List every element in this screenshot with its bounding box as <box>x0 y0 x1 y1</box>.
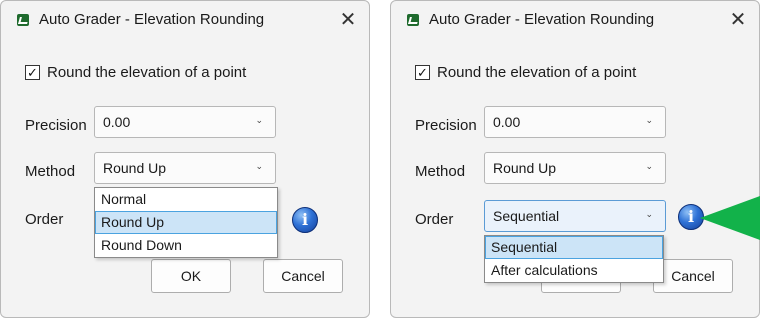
chevron-down-icon: ⌄ <box>645 161 653 171</box>
app-icon <box>17 14 29 26</box>
close-icon[interactable]: ✕ <box>723 6 753 34</box>
info-icon[interactable]: i <box>292 207 318 233</box>
ok-button[interactable]: OK <box>151 259 231 293</box>
precision-value: 0.00 <box>493 114 521 130</box>
order-option-sequential[interactable]: Sequential <box>485 236 663 259</box>
cancel-button[interactable]: Cancel <box>263 259 343 293</box>
method-option-round-down[interactable]: Round Down <box>95 234 277 257</box>
order-select[interactable]: Sequential ⌄ <box>484 200 666 232</box>
precision-value: 0.00 <box>103 114 131 130</box>
order-label: Order <box>25 211 64 228</box>
chevron-down-icon: ⌄ <box>255 161 263 171</box>
precision-label: Precision <box>25 117 87 134</box>
cancel-button[interactable]: Cancel <box>653 259 733 293</box>
chevron-down-icon: ⌄ <box>255 115 263 125</box>
chevron-down-icon: ⌄ <box>645 209 653 219</box>
round-elevation-checkbox[interactable]: ✓ <box>415 65 430 80</box>
precision-select[interactable]: 0.00 ⌄ <box>484 106 666 138</box>
order-label: Order <box>415 211 454 228</box>
dialog-title: Auto Grader - Elevation Rounding <box>429 11 655 28</box>
method-value: Round Up <box>103 160 167 176</box>
close-icon[interactable]: ✕ <box>333 6 363 34</box>
method-value: Round Up <box>493 160 557 176</box>
round-elevation-checkbox[interactable]: ✓ <box>25 65 40 80</box>
round-elevation-label: Round the elevation of a point <box>437 64 637 81</box>
method-dropdown-list: Normal Round Up Round Down <box>94 187 278 258</box>
title-bar: Auto Grader - Elevation Rounding ✕ <box>391 1 759 41</box>
elevation-rounding-dialog-right: Auto Grader - Elevation Rounding ✕ ✓ Rou… <box>390 0 760 318</box>
order-value: Sequential <box>493 208 560 224</box>
method-select[interactable]: Round Up ⌄ <box>94 152 276 184</box>
pointer-arrow <box>700 196 760 240</box>
order-dropdown-list: Sequential After calculations <box>484 235 664 283</box>
elevation-rounding-dialog-left: Auto Grader - Elevation Rounding ✕ ✓ Rou… <box>0 0 370 318</box>
precision-select[interactable]: 0.00 ⌄ <box>94 106 276 138</box>
order-option-after-calculations[interactable]: After calculations <box>485 259 663 282</box>
method-label: Method <box>25 163 76 180</box>
chevron-down-icon: ⌄ <box>645 115 653 125</box>
title-bar: Auto Grader - Elevation Rounding ✕ <box>1 1 369 41</box>
method-select[interactable]: Round Up ⌄ <box>484 152 666 184</box>
method-label: Method <box>415 163 466 180</box>
precision-label: Precision <box>415 117 477 134</box>
round-elevation-label: Round the elevation of a point <box>47 64 247 81</box>
method-option-normal[interactable]: Normal <box>95 188 277 211</box>
method-option-round-up[interactable]: Round Up <box>95 211 277 234</box>
app-icon <box>407 14 419 26</box>
dialog-title: Auto Grader - Elevation Rounding <box>39 11 265 28</box>
